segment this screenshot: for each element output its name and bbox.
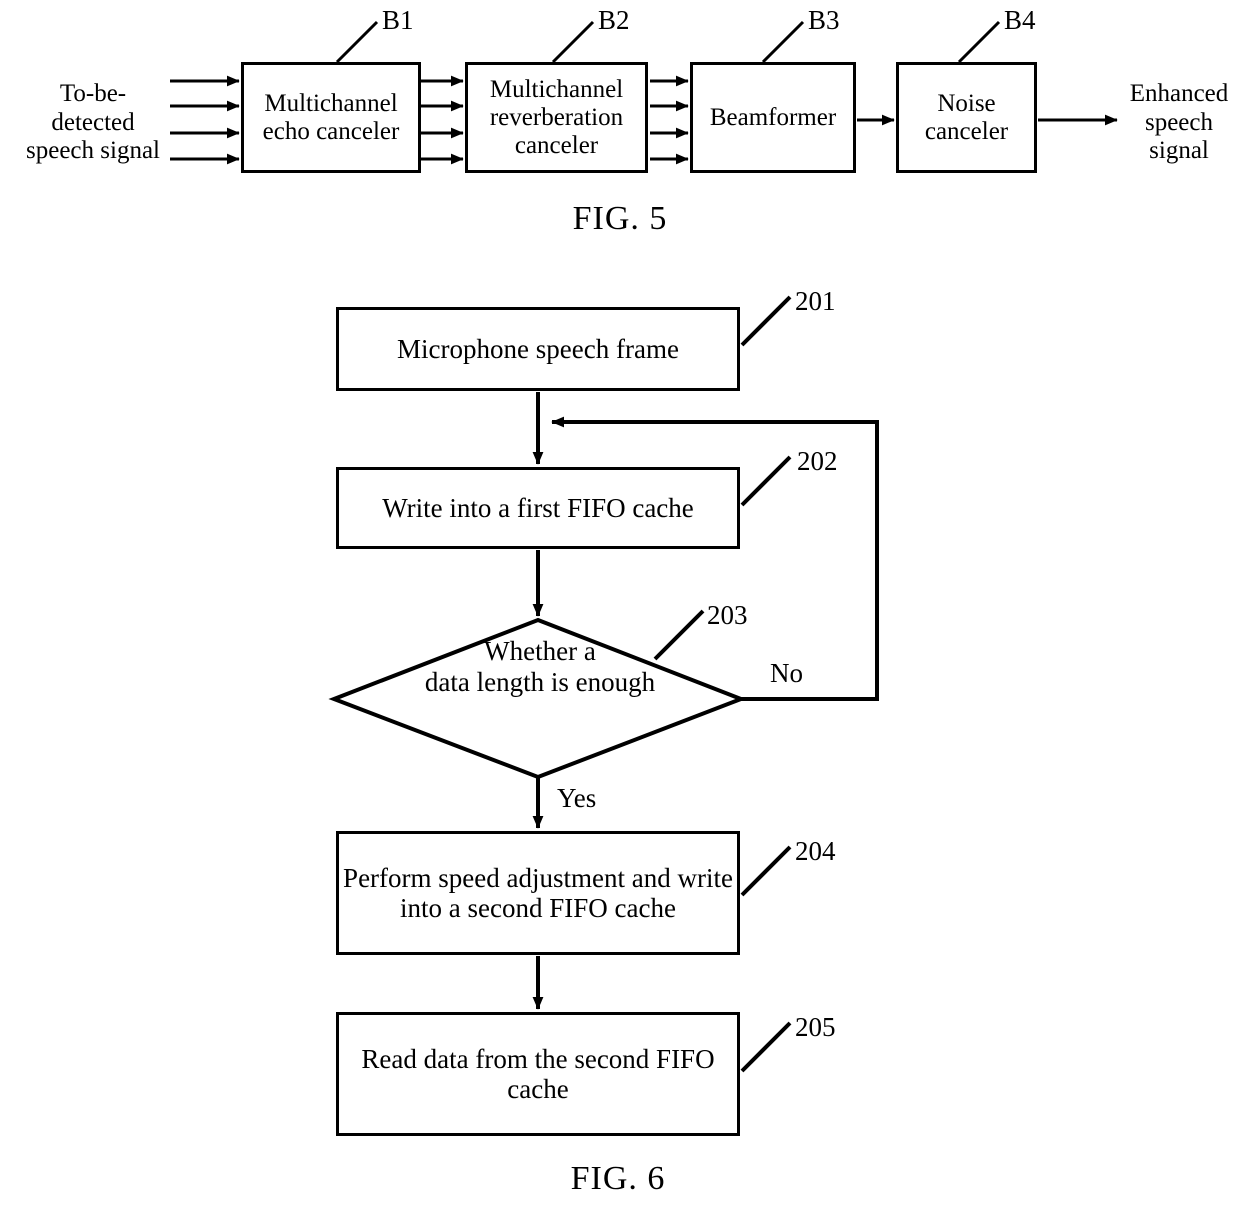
flow-step-205: Read data from the second FIFO cache [336, 1012, 740, 1136]
flow-step-204: Perform speed adjustment and write into … [336, 831, 740, 955]
fig5-input-arrows [170, 75, 240, 165]
patent-drawing-sheet: To-be- detected speech signal Multichann… [0, 0, 1240, 1211]
flow-step-204-label: Perform speed adjustment and write into … [343, 862, 733, 923]
flow-ref-204: 204 [795, 836, 836, 866]
flow-step-202: Write into a first FIFO cache [336, 467, 740, 549]
fig5-leader-lines [335, 20, 1001, 64]
fig5-input-label: To-be- detected speech signal [26, 80, 160, 164]
flow-ref-201: 201 [795, 286, 836, 316]
fig5-block-b2: Multichannel reverberation canceler [465, 62, 648, 173]
fig5-block-b2-label: Multichannel reverberation canceler [489, 75, 624, 159]
fig5-b1-to-b2-arrows [421, 75, 464, 165]
flow-ref-205: 205 [795, 1012, 836, 1042]
fig5-block-b1: Multichannel echo canceler [241, 62, 421, 173]
fig5-ref-b4: B4 [1004, 5, 1036, 35]
flow-branch-no: No [770, 658, 803, 688]
fig5-output-label: Enhanced speech signal [1129, 80, 1229, 164]
flow-ref-202: 202 [797, 446, 838, 476]
fig5-caption: FIG. 5 [572, 200, 668, 237]
flow-step-201-label: Microphone speech frame [397, 333, 679, 364]
fig5-ref-b2: B2 [598, 5, 630, 35]
flow-branch-yes: Yes [557, 783, 597, 813]
fig6-caption: FIG. 6 [570, 1160, 666, 1197]
fig5-block-b1-label: Multichannel echo canceler [262, 89, 400, 145]
fig5-block-b3: Beamformer [690, 62, 856, 173]
fig5-ref-b3: B3 [808, 5, 840, 35]
fig5-block-b3-label: Beamformer [709, 103, 837, 131]
fig5-b2-to-b3-arrows [650, 75, 689, 165]
fig5-ref-b1: B1 [382, 5, 414, 35]
flow-step-202-label: Write into a first FIFO cache [382, 492, 694, 523]
fig5-block-b4: Noise canceler [896, 62, 1037, 173]
flow-step-203-label: Whether a data length is enough [424, 636, 656, 697]
flow-step-201: Microphone speech frame [336, 307, 740, 391]
fig5-block-b4-label: Noise canceler [924, 89, 1009, 145]
flow-ref-203: 203 [707, 600, 748, 630]
flow-step-205-label: Read data from the second FIFO cache [361, 1043, 715, 1104]
